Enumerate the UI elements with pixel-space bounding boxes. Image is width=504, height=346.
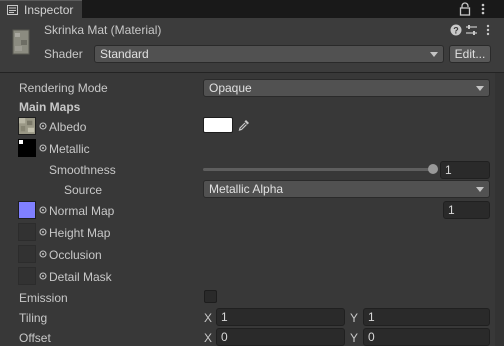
more-icon[interactable] — [484, 24, 492, 36]
tiling-y-value: 1 — [368, 310, 375, 324]
albedo-label: Albedo — [49, 120, 87, 134]
material-title: Skrinka Mat (Material) — [44, 23, 162, 37]
texture-slot-dot-icon[interactable] — [39, 122, 47, 130]
rendering-mode-label: Rendering Mode — [19, 81, 108, 95]
texture-slot-dot-icon[interactable] — [39, 144, 47, 152]
offset-y-value: 0 — [368, 330, 375, 344]
source-label: Source — [64, 183, 103, 197]
inspector-tab-icon — [7, 5, 18, 15]
normal-map-scale-value: 1 — [448, 203, 455, 217]
smoothness-field[interactable]: 1 — [440, 161, 490, 179]
emission-checkbox[interactable] — [204, 290, 217, 303]
occlusion-label: Occlusion — [49, 248, 102, 262]
svg-text:?: ? — [453, 26, 459, 36]
preset-icon[interactable] — [465, 24, 478, 36]
tiling-label: Tiling — [19, 311, 48, 325]
texture-slot-dot-icon[interactable] — [39, 206, 47, 214]
metallic-texture-thumbnail[interactable] — [18, 139, 36, 157]
tiling-y-field[interactable]: 1 — [363, 308, 490, 326]
edit-shader-button[interactable]: Edit... — [449, 45, 491, 63]
offset-x-label: X — [204, 331, 213, 345]
detail-mask-texture-thumbnail[interactable] — [18, 267, 36, 285]
dropdown-caret-icon — [476, 86, 484, 91]
normal-map-label: Normal Map — [49, 204, 115, 218]
smoothness-value: 1 — [445, 163, 452, 177]
emission-label: Emission — [19, 291, 68, 305]
offset-x-field[interactable]: 0 — [216, 328, 345, 346]
texture-slot-dot-icon[interactable] — [39, 250, 47, 258]
tab-label: Inspector — [24, 3, 74, 17]
tab-inspector[interactable]: Inspector — [0, 0, 82, 18]
source-dropdown[interactable]: Metallic Alpha — [203, 180, 490, 198]
material-header: Skrinka Mat (Material) ? Shader Standard… — [0, 18, 504, 73]
dropdown-caret-icon — [476, 187, 484, 192]
inspector-window: Inspector Skrinka Mat (Material) ? Shade… — [0, 0, 504, 346]
texture-slot-dot-icon[interactable] — [39, 272, 47, 280]
scrollbar[interactable] — [495, 73, 504, 346]
normal-map-scale-field[interactable]: 1 — [443, 201, 490, 219]
albedo-color-swatch[interactable] — [203, 117, 233, 133]
offset-y-field[interactable]: 0 — [363, 328, 490, 346]
occlusion-texture-thumbnail[interactable] — [18, 245, 36, 263]
tiling-x-label: X — [204, 311, 213, 325]
rendering-mode-dropdown[interactable]: Opaque — [203, 79, 490, 97]
material-thumbnail — [12, 29, 30, 55]
main-maps-heading: Main Maps — [19, 100, 81, 114]
metallic-label: Metallic — [49, 142, 90, 156]
offset-x-value: 0 — [221, 330, 228, 344]
eyedropper-icon[interactable] — [237, 118, 251, 132]
height-map-label: Height Map — [49, 226, 111, 240]
shader-dropdown[interactable]: Standard — [94, 45, 444, 63]
smoothness-label: Smoothness — [49, 163, 116, 177]
lock-icon[interactable] — [459, 2, 471, 16]
normal-map-texture-thumbnail[interactable] — [18, 201, 36, 219]
texture-slot-dot-icon[interactable] — [39, 228, 47, 236]
smoothness-slider-handle[interactable] — [428, 164, 438, 174]
shader-label: Shader — [44, 47, 83, 61]
dropdown-caret-icon — [430, 52, 438, 57]
tab-bar: Inspector — [0, 0, 504, 18]
detail-mask-label: Detail Mask — [49, 270, 112, 284]
source-value: Metallic Alpha — [209, 182, 284, 196]
height-map-texture-thumbnail[interactable] — [18, 223, 36, 241]
kebab-menu-icon[interactable] — [478, 2, 488, 16]
rendering-mode-value: Opaque — [209, 81, 252, 95]
help-icon[interactable]: ? — [450, 24, 462, 36]
offset-y-label: Y — [350, 331, 359, 345]
smoothness-slider-track[interactable] — [203, 168, 433, 171]
tiling-x-value: 1 — [221, 310, 228, 324]
shader-value: Standard — [100, 47, 149, 61]
albedo-texture-thumbnail[interactable] — [18, 117, 36, 135]
tiling-x-field[interactable]: 1 — [216, 308, 345, 326]
offset-label: Offset — [19, 331, 51, 345]
tiling-y-label: Y — [350, 311, 359, 325]
